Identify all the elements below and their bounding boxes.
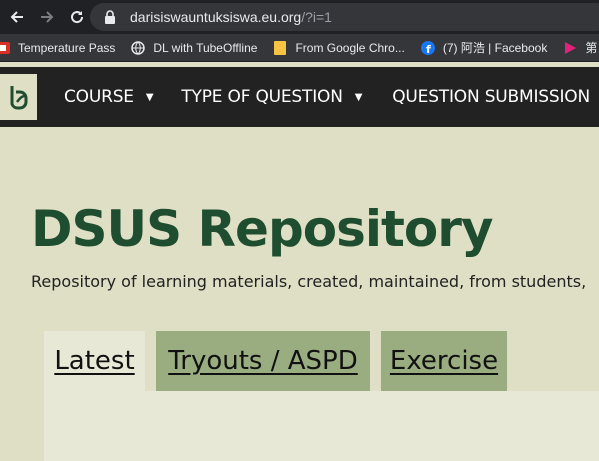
svg-text:f: f [426, 43, 431, 55]
page-title: DSUS Repository [31, 200, 493, 258]
nav-type-of-question[interactable]: TYPE OF QUESTION ▼ [181, 87, 362, 107]
pink-play-icon [563, 41, 577, 55]
tab-tryouts-aspd[interactable]: Tryouts / ASPD [156, 331, 370, 391]
bookmark-label: From Google Chro... [295, 40, 405, 55]
nav-question-submission[interactable]: QUESTION SUBMISSION [392, 87, 590, 107]
arrow-right-icon [41, 11, 54, 23]
url-text[interactable]: darisiswauntuksiswa.eu.org/?i=1 [130, 9, 332, 25]
forward-button[interactable] [34, 4, 60, 30]
bookmark-label: Temperature Pass [18, 40, 116, 55]
caret-down-icon: ▼ [145, 91, 154, 103]
url-query: /?i=1 [301, 9, 332, 25]
bookmark-facebook[interactable]: f (7) 阿浩 | Facebook [420, 39, 548, 56]
bookmark-tubeoffline[interactable]: DL with TubeOffline [131, 41, 257, 55]
tab-latest[interactable]: Latest [44, 331, 145, 391]
caret-down-icon: ▼ [354, 91, 363, 103]
bookmarks-bar: Temperature Pass DL with TubeOffline Fro… [0, 34, 599, 62]
nav-label: TYPE OF QUESTION [181, 87, 343, 107]
bookmark-google-chrome-folder[interactable]: From Google Chro... [273, 40, 405, 55]
site-logo[interactable] [0, 74, 37, 120]
nav-label: COURSE [64, 87, 134, 107]
nav-label: QUESTION SUBMISSION [392, 87, 590, 107]
back-button[interactable] [4, 4, 30, 30]
tab-content-panel [44, 391, 599, 461]
folder-icon [273, 40, 287, 55]
nav-course[interactable]: COURSE ▼ [64, 87, 154, 107]
address-bar[interactable]: darisiswauntuksiswa.eu.org/?i=1 [90, 3, 599, 31]
globe-icon [131, 40, 146, 55]
url-host: darisiswauntuksiswa.eu.org [130, 9, 302, 25]
lock-icon[interactable] [102, 9, 118, 25]
leaf-logo-icon [10, 86, 27, 110]
bookmark-label: DL with TubeOffline [153, 40, 258, 55]
reload-icon [71, 11, 84, 24]
bookmark-cut-off[interactable]: 第 [563, 39, 597, 56]
bookmark-label: 第 [585, 41, 598, 55]
site-navbar: COURSE ▼ TYPE OF QUESTION ▼ QUESTION SUB… [0, 67, 599, 127]
arrow-left-icon [10, 11, 23, 23]
page-subtitle: Repository of learning materials, create… [31, 272, 587, 291]
bookmark-label: (7) 阿浩 | Facebook [442, 41, 548, 55]
reload-button[interactable] [64, 4, 90, 30]
bookmark-temperature-pass[interactable]: Temperature Pass [0, 41, 115, 55]
browser-toolbar: darisiswauntuksiswa.eu.org/?i=1 [0, 0, 599, 34]
tab-exercise[interactable]: Exercise [381, 331, 507, 391]
red-flag-icon [0, 41, 10, 55]
facebook-icon: f [420, 40, 435, 55]
